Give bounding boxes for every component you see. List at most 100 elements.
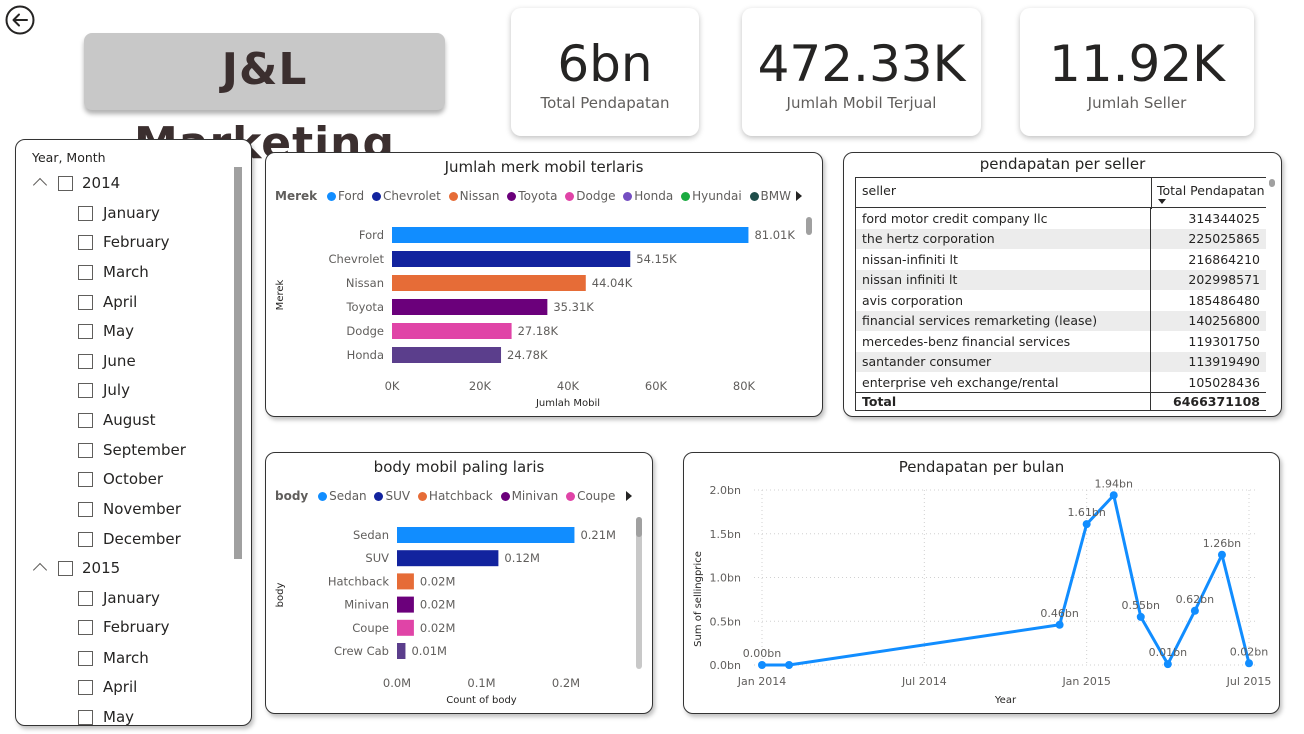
checkbox-month[interactable] <box>78 235 93 250</box>
slicer-month[interactable]: July <box>103 380 130 400</box>
slicer-month[interactable]: December <box>103 529 181 549</box>
data-label: 35.31K <box>553 300 594 314</box>
slicer-month[interactable]: April <box>103 677 137 697</box>
legend-dot-icon <box>417 492 427 501</box>
column-header-total-pendapatan[interactable]: Total Pendapatan <box>1157 183 1265 198</box>
legend-item[interactable]: Coupe <box>566 489 615 503</box>
slicer-month[interactable]: March <box>103 648 149 668</box>
table-row[interactable]: avis corporation 185486480 <box>856 290 1266 311</box>
legend-item[interactable]: Honda <box>623 189 673 203</box>
table-row[interactable]: ford motor credit company llc 314344025 <box>856 208 1266 229</box>
back-arrow-icon[interactable] <box>4 4 36 36</box>
collapse-chevron-icon[interactable] <box>32 177 48 193</box>
checkbox-month[interactable] <box>78 502 93 517</box>
legend-item[interactable]: Hyundai <box>681 189 742 203</box>
legend-dot-icon <box>507 192 517 201</box>
checkbox-month[interactable] <box>78 354 93 369</box>
checkbox-month[interactable] <box>78 443 93 458</box>
legend-item[interactable]: Chevrolet <box>371 189 441 203</box>
legend-item[interactable]: Nissan <box>448 189 499 203</box>
legend-item[interactable]: Sedan <box>318 489 367 503</box>
slicer-month[interactable]: March <box>103 262 149 282</box>
checkbox-year-2015[interactable] <box>58 561 73 576</box>
x-tick-label: Jul 2015 <box>1226 675 1272 688</box>
legend-item[interactable]: Toyota <box>507 189 557 203</box>
legend-next-arrow-icon[interactable] <box>796 191 802 201</box>
x-tick-label: 80K <box>733 379 756 393</box>
checkbox-month[interactable] <box>78 265 93 280</box>
data-label: 1.61bn <box>1067 506 1105 519</box>
bar <box>397 596 414 613</box>
data-point <box>758 661 766 669</box>
data-label: 1.26bn <box>1203 537 1241 550</box>
table-row[interactable]: mercedes-benz financial services 11930175… <box>856 331 1266 352</box>
data-label: 0.01M <box>411 644 447 658</box>
slicer-month[interactable]: August <box>103 410 156 430</box>
series-line <box>762 493 1251 667</box>
checkbox-month[interactable] <box>78 532 93 547</box>
slicer-header: Year, Month <box>32 150 106 165</box>
legend-next-arrow-icon[interactable] <box>626 491 632 501</box>
x-tick-label: 40K <box>557 379 580 393</box>
slicer-scrollbar[interactable] <box>234 167 242 559</box>
slicer-month[interactable]: October <box>103 469 163 489</box>
seller-table-panel: pendapatan per seller seller Total Penda… <box>843 152 1282 417</box>
checkbox-month[interactable] <box>78 651 93 666</box>
checkbox-month[interactable] <box>78 206 93 221</box>
x-tick-label: 60K <box>645 379 668 393</box>
collapse-chevron-icon[interactable] <box>32 562 48 578</box>
checkbox-month[interactable] <box>78 472 93 487</box>
legend-item[interactable]: BMW <box>749 189 791 203</box>
table-row[interactable]: financial services remarketing (lease) 14… <box>855 310 1266 331</box>
slicer-month[interactable]: May <box>103 707 134 725</box>
legend-item[interactable]: Ford <box>326 189 364 203</box>
slicer-year-2015[interactable]: 2015 <box>82 558 120 578</box>
legend-title: body <box>275 489 309 503</box>
slicer-month[interactable]: May <box>103 321 134 341</box>
y-category-label: Minivan <box>344 598 389 612</box>
data-label: 0.00bn <box>743 647 781 660</box>
seller-table-scrollbar[interactable] <box>1269 179 1275 187</box>
checkbox-year-2014[interactable] <box>58 176 73 191</box>
kpi-value: 472.33K <box>757 35 966 93</box>
table-row[interactable]: enterprise veh exchange/rental 105028436 <box>856 372 1266 393</box>
kpi-card-total-pendapatan: 6bn Total Pendapatan <box>511 8 699 136</box>
checkbox-month[interactable] <box>78 620 93 635</box>
slicer-month[interactable]: June <box>103 351 136 371</box>
kpi-value: 11.92K <box>1049 35 1225 93</box>
y-category-label: Nissan <box>346 276 384 290</box>
legend-item[interactable]: Hatchback <box>417 489 493 503</box>
y-category-label: Ford <box>359 228 384 242</box>
checkbox-month[interactable] <box>78 295 93 310</box>
brand-chart-panel: Jumlah merk mobil terlaris Merek Ford Ch… <box>265 152 823 417</box>
slicer-month[interactable]: January <box>103 588 160 608</box>
slicer-year-2014[interactable]: 2014 <box>82 173 120 193</box>
checkbox-month[interactable] <box>78 591 93 606</box>
column-header-seller[interactable]: seller <box>862 183 896 198</box>
body-chart-scrollbar-thumb[interactable] <box>636 517 642 537</box>
slicer-month[interactable]: September <box>103 440 186 460</box>
checkbox-month[interactable] <box>78 710 93 725</box>
slicer-month[interactable]: February <box>103 617 169 637</box>
legend-item[interactable]: SUV <box>374 489 410 503</box>
checkbox-month[interactable] <box>78 680 93 695</box>
body-chart-scrollbar[interactable] <box>636 517 642 669</box>
table-row[interactable]: nissan-infiniti lt 216864210 <box>856 249 1266 270</box>
checkbox-month[interactable] <box>78 383 93 398</box>
table-row[interactable]: santander consumer 113919490 <box>855 351 1266 372</box>
y-tick-label: 0.0bn <box>710 659 741 672</box>
checkbox-month[interactable] <box>78 413 93 428</box>
y-tick-label: 1.0bn <box>710 572 741 585</box>
table-row[interactable]: the hertz corporation 225025865 <box>855 228 1266 249</box>
checkbox-month[interactable] <box>78 324 93 339</box>
slicer-month[interactable]: April <box>103 292 137 312</box>
y-tick-label: 2.0bn <box>710 484 741 497</box>
table-row[interactable]: nissan infiniti lt 202998571 <box>855 269 1266 290</box>
legend-item[interactable]: Minivan <box>500 489 558 503</box>
slicer-month[interactable]: February <box>103 232 169 252</box>
slicer-month[interactable]: November <box>103 499 181 519</box>
legend-item[interactable]: Dodge <box>565 189 615 203</box>
slicer-month[interactable]: January <box>103 203 160 223</box>
seller-table-body: ford motor credit company llc 314344025 t… <box>855 208 1266 411</box>
sort-desc-icon[interactable] <box>1158 199 1166 204</box>
